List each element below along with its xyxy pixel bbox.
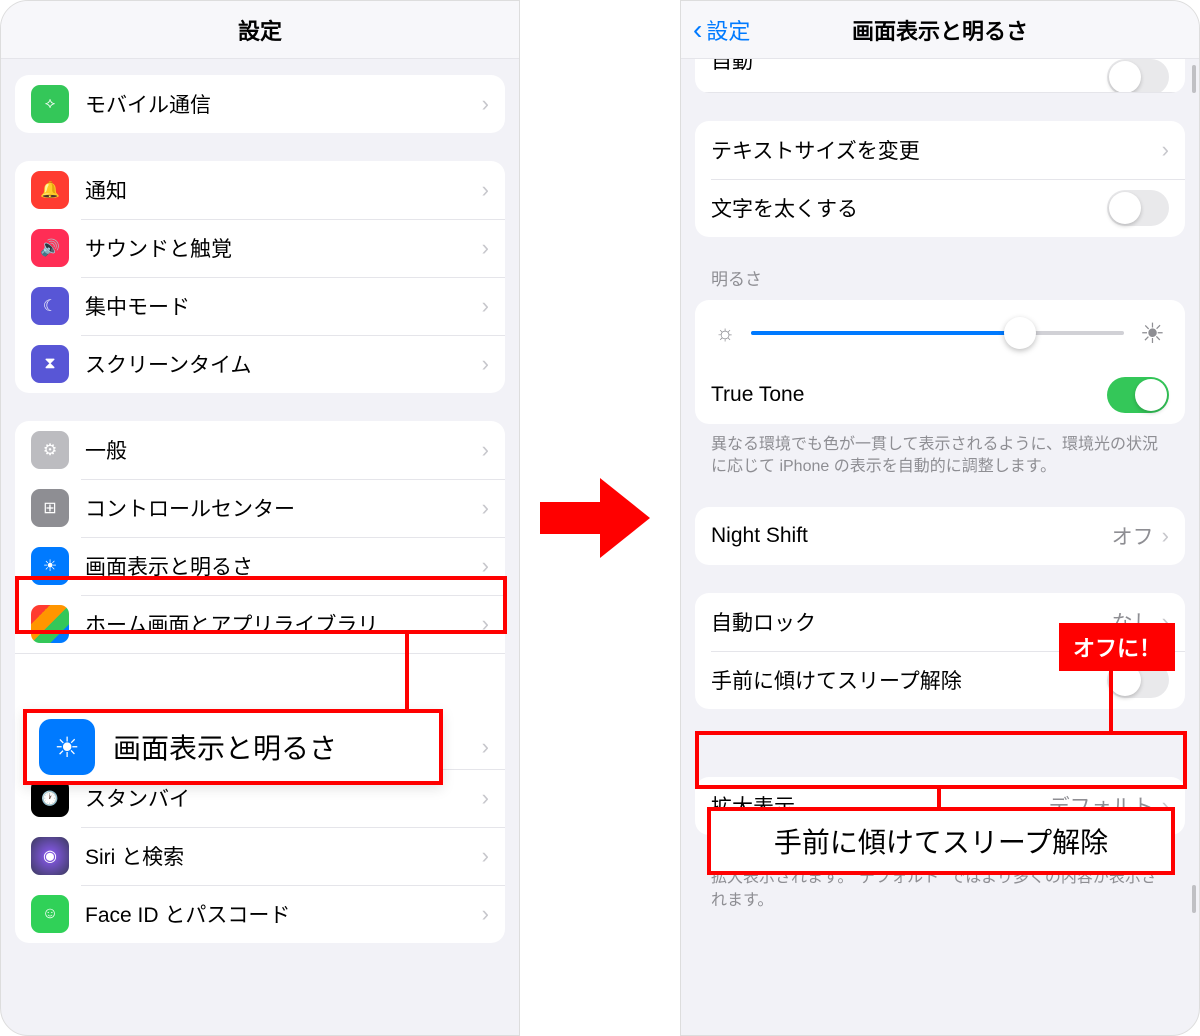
chevron-right-icon: ›: [482, 495, 489, 521]
row-faceid[interactable]: ☺ Face ID とパスコード ›: [15, 885, 505, 943]
grid-icon: [31, 605, 69, 643]
faceid-icon: ☺: [31, 895, 69, 933]
row-screentime[interactable]: ⧗ スクリーンタイム ›: [15, 335, 505, 393]
row-focus[interactable]: ☾ 集中モード ›: [15, 277, 505, 335]
chevron-right-icon: ›: [482, 901, 489, 927]
row-mobile[interactable]: ⟡ モバイル通信 ›: [15, 75, 505, 133]
chevron-right-icon: ›: [482, 351, 489, 377]
toggle-bold-text[interactable]: [1107, 190, 1169, 226]
settings-group: ☼ ☀ True Tone: [695, 300, 1185, 424]
display-brightness-pane: ‹ 設定 画面表示と明るさ 自動 テキストサイズを変更 › 文字を太くする 明る…: [680, 0, 1200, 1036]
footnote-true-tone: 異なる環境でも色が一貫して表示されるように、環境光の状況に応じて iPhone …: [681, 424, 1199, 479]
settings-group: Night Shift オフ ›: [695, 507, 1185, 565]
chevron-right-icon: ›: [1162, 137, 1169, 163]
row-sound[interactable]: 🔊 サウンドと触覚 ›: [15, 219, 505, 277]
scrollbar[interactable]: [1192, 65, 1196, 93]
toggle-auto[interactable]: [1107, 59, 1169, 93]
section-header-brightness: 明るさ: [681, 237, 1199, 294]
slider-thumb[interactable]: [1004, 317, 1036, 349]
arrow-gap: [520, 0, 680, 1036]
brightness-slider[interactable]: [751, 331, 1124, 335]
arrow-right-icon: [540, 478, 660, 558]
settings-group: ⟡ モバイル通信 ›: [15, 75, 505, 133]
chevron-right-icon: ›: [482, 91, 489, 117]
row-bold-text[interactable]: 文字を太くする: [695, 179, 1185, 237]
back-button[interactable]: ‹ 設定: [693, 14, 750, 46]
row-general[interactable]: ⚙ 一般 ›: [15, 421, 505, 479]
settings-group: テキストサイズを変更 › 文字を太くする: [695, 121, 1185, 237]
annotation-off: オフに！: [1059, 623, 1175, 671]
gear-icon: ⚙: [31, 431, 69, 469]
siri-icon: ◉: [31, 837, 69, 875]
page-title: 設定: [238, 14, 282, 46]
settings-group: 自動: [695, 59, 1185, 93]
row-text-size[interactable]: テキストサイズを変更 ›: [695, 121, 1185, 179]
row-display-brightness[interactable]: ☀ 画面表示と明るさ ›: [15, 537, 505, 595]
nav-header: ‹ 設定 画面表示と明るさ: [681, 1, 1199, 59]
settings-group: 🔔 通知 › 🔊 サウンドと触覚 › ☾ 集中モード › ⧗ スクリーンタイム …: [15, 161, 505, 393]
row-night-shift[interactable]: Night Shift オフ ›: [695, 507, 1185, 565]
callout-raise-to-wake: 手前に傾けてスリープ解除: [707, 807, 1175, 875]
sun-large-icon: ☀: [1140, 317, 1165, 350]
chevron-right-icon: ›: [482, 235, 489, 261]
row-control-center[interactable]: ⊞ コントロールセンター ›: [15, 479, 505, 537]
chevron-left-icon: ‹: [693, 14, 702, 46]
row-home-screen[interactable]: ホーム画面とアプリライブラリ ›: [15, 595, 505, 653]
row-true-tone[interactable]: True Tone: [695, 366, 1185, 424]
page-title: 画面表示と明るさ: [852, 14, 1028, 46]
chevron-right-icon: ›: [1162, 523, 1169, 549]
connector-line: [1109, 667, 1113, 731]
chevron-right-icon: ›: [482, 177, 489, 203]
chevron-right-icon: ›: [482, 293, 489, 319]
callout-display-brightness: ☀ 画面表示と明るさ: [23, 709, 443, 785]
chevron-right-icon: ›: [482, 553, 489, 579]
settings-group: ⚙ 一般 › ⊞ コントロールセンター › ☀ 画面表示と明るさ › ホーム画面…: [15, 421, 505, 943]
nav-header: 設定: [1, 1, 519, 59]
toggle-true-tone[interactable]: [1107, 377, 1169, 413]
settings-root-pane: 設定 ⟡ モバイル通信 › 🔔 通知 › 🔊 サウンドと触覚 › ☾: [0, 0, 520, 1036]
moon-icon: ☾: [31, 287, 69, 325]
row-auto[interactable]: 自動: [695, 59, 1185, 93]
hourglass-icon: ⧗: [31, 345, 69, 383]
chevron-right-icon: ›: [482, 734, 489, 760]
chevron-right-icon: ›: [482, 437, 489, 463]
brightness-icon: ☀: [39, 719, 95, 775]
speaker-icon: 🔊: [31, 229, 69, 267]
bell-icon: 🔔: [31, 171, 69, 209]
sun-small-icon: ☼: [715, 320, 735, 346]
antenna-icon: ⟡: [31, 85, 69, 123]
row-notifications[interactable]: 🔔 通知 ›: [15, 161, 505, 219]
brightness-slider-row: ☼ ☀: [695, 300, 1185, 366]
brightness-icon: ☀: [31, 547, 69, 585]
chevron-right-icon: ›: [482, 611, 489, 637]
row-siri[interactable]: ◉ Siri と検索 ›: [15, 827, 505, 885]
connector-line: [937, 789, 941, 809]
chevron-right-icon: ›: [482, 785, 489, 811]
chevron-right-icon: ›: [482, 843, 489, 869]
connector-line: [405, 634, 409, 710]
scrollbar[interactable]: [1192, 885, 1196, 913]
switches-icon: ⊞: [31, 489, 69, 527]
